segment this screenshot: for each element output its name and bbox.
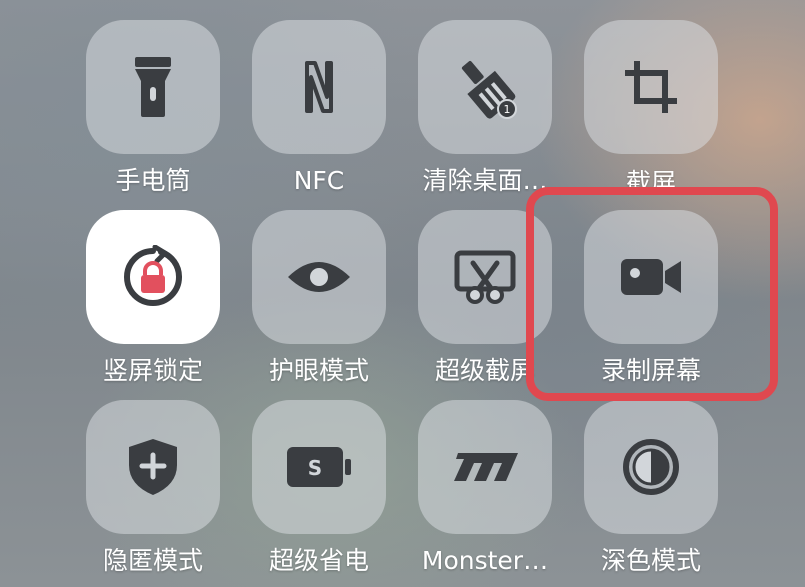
privacy-tile[interactable] xyxy=(86,400,220,534)
tile-label: 隐匿模式 xyxy=(102,546,203,575)
tile-label: NFC xyxy=(293,166,345,195)
eye-icon xyxy=(286,257,352,297)
scissors-screen-icon xyxy=(453,249,517,305)
super-saver-tile[interactable]: S xyxy=(252,400,386,534)
tile-label: 竖屏锁定 xyxy=(102,356,203,385)
shield-plus-icon xyxy=(127,437,179,497)
nfc-icon xyxy=(301,59,337,115)
tile-label: Monster… xyxy=(421,546,549,575)
tile-label: 护眼模式 xyxy=(268,356,369,385)
eye-protect-tile[interactable] xyxy=(252,210,386,344)
rotation-lock-tile[interactable] xyxy=(86,210,220,344)
dark-mode-icon xyxy=(622,438,680,496)
crop-icon xyxy=(621,57,681,117)
monster-tile[interactable] xyxy=(418,400,552,534)
clean-desktop-tile[interactable]: 1 xyxy=(418,20,552,154)
highlight-box xyxy=(526,187,778,401)
rotation-lock-icon xyxy=(121,245,185,309)
flashlight-icon xyxy=(133,55,173,119)
tile-label: 深色模式 xyxy=(600,546,701,575)
nfc-tile[interactable] xyxy=(252,20,386,154)
tile-label: 手电筒 xyxy=(115,166,191,195)
svg-text:S: S xyxy=(308,456,322,480)
flashlight-tile[interactable] xyxy=(86,20,220,154)
badge-count: 1 xyxy=(504,103,511,116)
tile-label: 超级省电 xyxy=(268,546,369,575)
dark-mode-tile[interactable] xyxy=(584,400,718,534)
tile-label: 截屏 xyxy=(625,168,676,188)
broom-icon: 1 xyxy=(453,55,517,119)
screenshot-tile[interactable] xyxy=(584,20,718,154)
monster-logo-icon xyxy=(448,451,522,483)
battery-s-icon: S xyxy=(285,445,353,489)
